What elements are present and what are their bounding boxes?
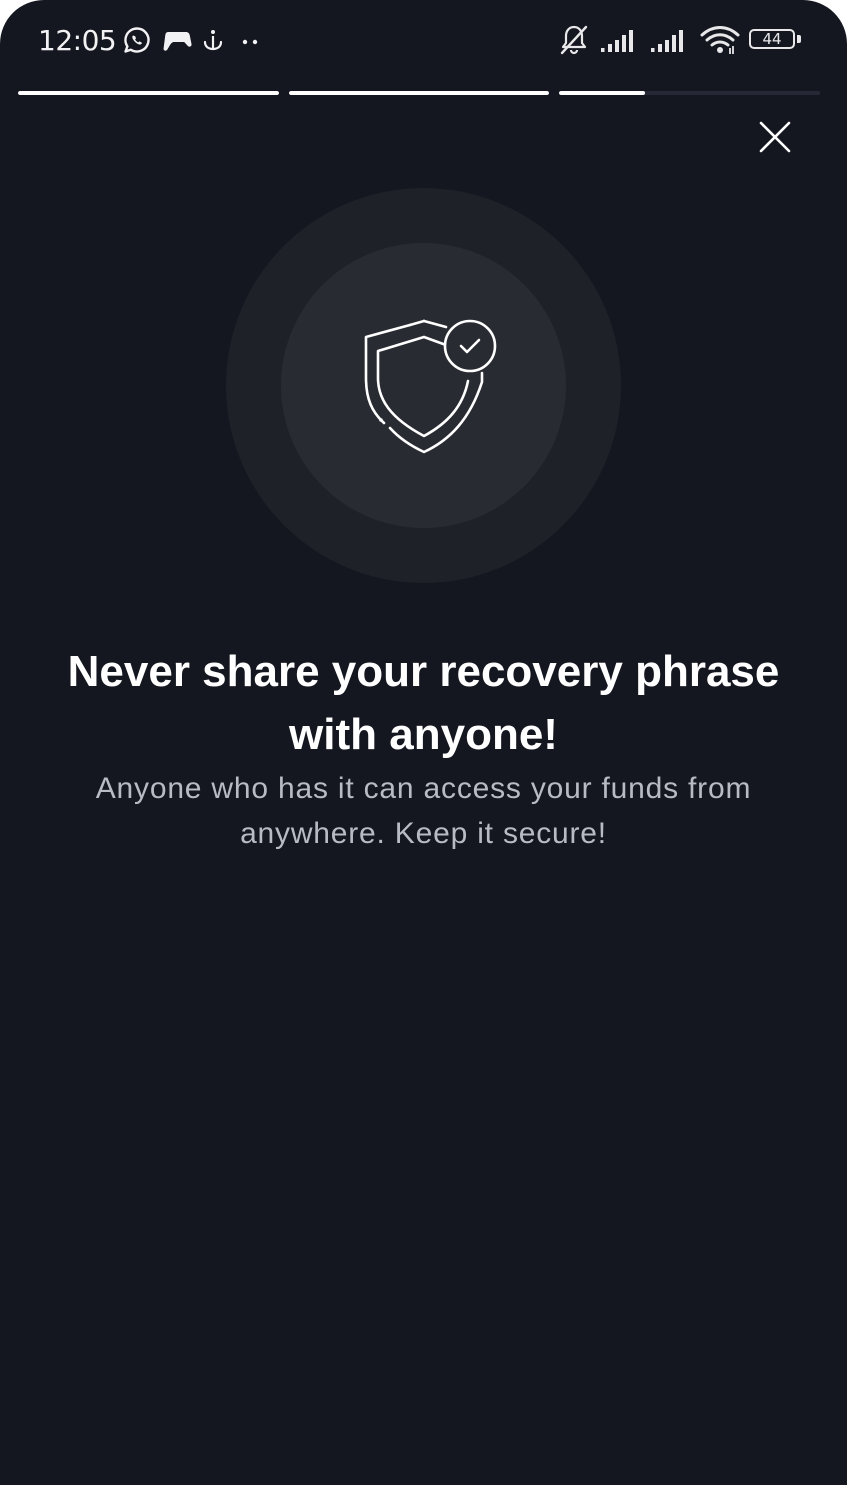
page-subtitle: Anyone who has it can access your funds … — [95, 772, 752, 850]
status-left: 12:05 — [38, 22, 266, 58]
progress-step — [18, 91, 279, 95]
wifi-icon — [699, 24, 741, 56]
game-controller-icon — [158, 25, 192, 55]
signal-icon — [599, 26, 641, 54]
progress-step-fill — [18, 91, 279, 95]
page-title: Never share your recovery phrase with an… — [67, 647, 780, 759]
progress-step — [288, 91, 550, 95]
battery-tip — [797, 35, 801, 43]
status-right: 44 — [557, 22, 801, 58]
screen: 12:05 44 Never share your recovery phras… — [0, 0, 847, 1485]
battery-level: 44 — [762, 29, 782, 48]
onboarding-progress — [18, 91, 821, 95]
close-button[interactable] — [750, 112, 800, 162]
close-icon — [759, 121, 791, 153]
signal-icon — [649, 26, 691, 54]
anchor-icon — [198, 25, 228, 55]
bell-muted-icon — [557, 23, 591, 57]
progress-step-fill — [288, 91, 550, 95]
battery-body: 44 — [749, 29, 795, 49]
battery-icon: 44 — [749, 29, 801, 51]
status-bar: 12:05 44 — [0, 0, 847, 80]
shield-check-icon — [364, 319, 497, 454]
more-dots-icon — [234, 25, 266, 55]
progress-step — [559, 91, 821, 95]
whatsapp-icon — [122, 25, 152, 55]
status-time: 12:05 — [38, 23, 117, 57]
progress-step-fill — [559, 91, 646, 95]
